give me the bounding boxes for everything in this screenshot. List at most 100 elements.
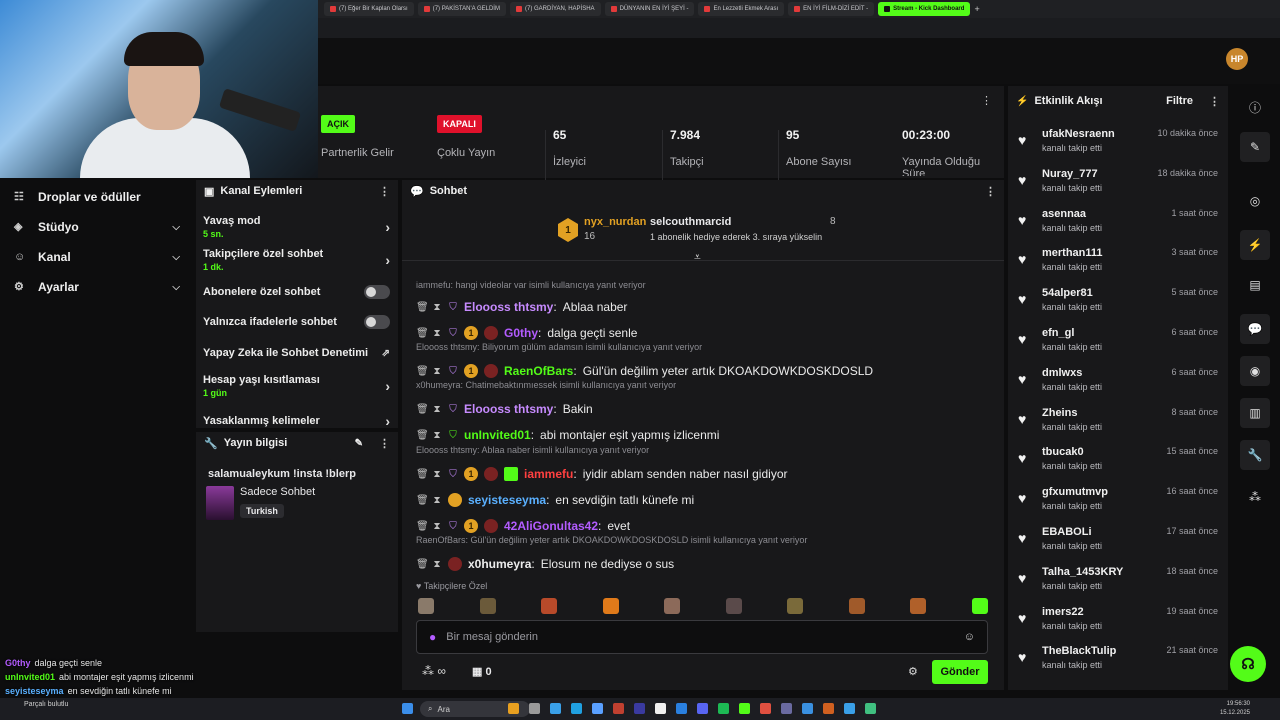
- target-icon[interactable]: ◎: [1240, 186, 1270, 216]
- timeout-icon[interactable]: ⧗: [432, 302, 442, 313]
- chat-input[interactable]: ● Bir mesaj gönderin ☺: [416, 620, 988, 654]
- edit-icon[interactable]: ✎: [355, 438, 363, 449]
- activity-item[interactable]: ♥ efn_gl kanalı takip etti 6 saat önce: [1018, 325, 1218, 359]
- toggle-switch[interactable]: [364, 315, 390, 329]
- activity-item[interactable]: ♥ merthan111 kanalı takip etti 3 saat önce: [1018, 245, 1218, 279]
- taskbar-app-icon[interactable]: [550, 703, 561, 714]
- timeout-icon[interactable]: ⧗: [432, 521, 442, 532]
- browser-tab[interactable]: (7) GARDİYAN, HAPİSHA: [509, 2, 601, 16]
- chat-message[interactable]: 🗑 ⧗ ⛉ 1 RaenOfBars: Gül'ün değilim yeter artı…: [416, 364, 873, 378]
- help-headset-icon[interactable]: ☊: [1230, 646, 1266, 682]
- layout-icon[interactable]: ▥: [1240, 398, 1270, 428]
- chat-username[interactable]: RaenOfBars: [504, 364, 573, 378]
- activity-item[interactable]: ♥ Zheins kanalı takip etti 8 saat önce: [1018, 405, 1218, 439]
- emote-icon[interactable]: [787, 598, 804, 614]
- activity-item[interactable]: ♥ EBABOLi kanalı takip etti 17 saat önce: [1018, 524, 1218, 558]
- chat-message[interactable]: 🗑 ⧗ seyisteseyma: en sevdiğin tatlı künefe …: [416, 493, 694, 507]
- stream-category[interactable]: Sadece Sohbet Turkish: [196, 480, 398, 526]
- chat-username[interactable]: G0thy: [504, 326, 538, 340]
- taskbar-app-icon[interactable]: [823, 703, 834, 714]
- activity-user[interactable]: imers22: [1042, 606, 1084, 618]
- activity-user[interactable]: merthan111: [1042, 247, 1103, 259]
- taskbar-app-icon[interactable]: [718, 703, 729, 714]
- chat-message[interactable]: 🗑 ⧗ ⛉ Eloooss thtsmy: Bakin: [416, 402, 593, 416]
- trash-icon[interactable]: 🗑: [416, 430, 429, 441]
- chat-username[interactable]: unInvited01: [464, 428, 531, 442]
- trash-icon[interactable]: 🗑: [416, 495, 429, 506]
- channel-actions-more-icon[interactable]: ⋮: [379, 185, 390, 198]
- timeout-icon[interactable]: ⧗: [432, 469, 442, 480]
- activity-user[interactable]: EBABOLi: [1042, 526, 1092, 538]
- activity-user[interactable]: ufakNesraenn: [1042, 128, 1115, 140]
- new-tab-button[interactable]: +: [974, 4, 979, 14]
- emote-icon[interactable]: [418, 598, 434, 614]
- timeout-icon[interactable]: ⧗: [432, 366, 442, 377]
- activity-item[interactable]: ♥ 54alper81 kanalı takip etti 5 saat önce: [1018, 285, 1218, 319]
- channel-action-row[interactable]: Yasaklanmış kelimeler ›: [196, 413, 398, 429]
- taskbar-app-icon[interactable]: [739, 703, 750, 714]
- browser-tab[interactable]: EN İYİ FİLM-DİZİ EDİT -: [788, 2, 875, 16]
- taskbar-app-icon[interactable]: [676, 703, 687, 714]
- broadcast-icon[interactable]: ◉: [1240, 356, 1270, 386]
- taskbar-app-icon[interactable]: [844, 703, 855, 714]
- taskbar-app-icon[interactable]: [613, 703, 624, 714]
- gift-leaderboard[interactable]: 1 nyx_nurdan 16 selcouthmarcid 8 1 abone…: [558, 214, 858, 248]
- emote-icon[interactable]: [910, 598, 927, 614]
- stat-partner[interactable]: AÇIK Partnerlik Gelir: [321, 114, 437, 174]
- trash-icon[interactable]: 🗑: [416, 366, 429, 377]
- nav-item-2[interactable]: ☺ Kanal ⌵: [0, 242, 196, 272]
- activity-item[interactable]: ♥ gfxumutmvp kanalı takip etti 16 saat önce: [1018, 484, 1218, 518]
- stat-multistream[interactable]: KAPALI Çoklu Yayın: [437, 114, 553, 174]
- bolt-icon[interactable]: ⚡: [1240, 230, 1270, 260]
- trash-icon[interactable]: 🗑: [416, 328, 429, 339]
- browser-tab[interactable]: En Lezzetli Ekmek Arası: [698, 2, 785, 16]
- chat-username[interactable]: seyisteseyma: [468, 493, 546, 507]
- chat-message[interactable]: 🗑 ⧗ ⛉ 1 42AliGonultas42: evet: [416, 519, 630, 533]
- browser-tab[interactable]: Stream - Kick Dashboard: [878, 2, 971, 16]
- mic-icon[interactable]: ●: [429, 630, 436, 644]
- channel-points-icon[interactable]: ⁂ ∞: [422, 664, 446, 678]
- activity-item[interactable]: ♥ imers22 kanalı takip etti 19 saat önce: [1018, 604, 1218, 638]
- taskbar-app-icon[interactable]: [634, 703, 645, 714]
- chat-username[interactable]: x0humeyra: [468, 557, 531, 571]
- emote-icon[interactable]: [602, 598, 619, 614]
- taskbar-app-icon[interactable]: [781, 703, 792, 714]
- emote-icon[interactable]: [971, 598, 988, 614]
- chat-message[interactable]: 🗑 ⧗ x0humeyra: Elosum ne dediyse o sus: [416, 557, 674, 571]
- activity-filter-button[interactable]: Filtre: [1166, 95, 1193, 107]
- emoji-icon[interactable]: ☺: [964, 631, 975, 643]
- timeout-icon[interactable]: ⧗: [432, 430, 442, 441]
- send-button[interactable]: Gönder: [932, 660, 988, 684]
- activity-user[interactable]: 54alper81: [1042, 287, 1093, 299]
- emote-icon[interactable]: [479, 598, 496, 614]
- emote-icon[interactable]: [541, 598, 558, 614]
- activity-user[interactable]: tbucak0: [1042, 446, 1084, 458]
- chat-username[interactable]: Eloooss thtsmy: [464, 402, 553, 416]
- chat-settings-icon[interactable]: ⚙: [908, 665, 918, 678]
- chat-username[interactable]: Eloooss thtsmy: [464, 300, 553, 314]
- pencil-icon[interactable]: ✎: [1240, 132, 1270, 162]
- activity-user[interactable]: TheBlackTulip: [1042, 645, 1116, 657]
- emote-icon[interactable]: [725, 598, 742, 614]
- channel-action-row[interactable]: Abonelere özel sohbet: [196, 285, 398, 299]
- chat-message[interactable]: 🗑 ⧗ ⛉ 1 iammefu: iyidir ablam senden naber na…: [416, 467, 787, 481]
- activity-user[interactable]: efn_gl: [1042, 327, 1074, 339]
- start-icon[interactable]: [402, 703, 413, 714]
- clock[interactable]: 19:56:30 15.12.2025: [1220, 700, 1250, 718]
- activity-item[interactable]: ♥ TheBlackTulip kanalı takip etti 21 saat ö…: [1018, 643, 1218, 677]
- browser-tab[interactable]: (7) Eğer Bir Kaplan Olarsı: [324, 2, 414, 16]
- document-icon[interactable]: ▤: [1240, 270, 1270, 300]
- taskbar-app-icon[interactable]: [592, 703, 603, 714]
- timeout-icon[interactable]: ⧗: [432, 559, 442, 570]
- channel-action-row[interactable]: Yalnızca ifadelerle sohbet: [196, 315, 398, 329]
- activity-user[interactable]: Talha_1453KRY: [1042, 566, 1123, 578]
- browser-tab[interactable]: DÜNYANIN EN İYİ ŞEYİ -: [604, 2, 695, 16]
- scroll-down-icon[interactable]: ⩡: [694, 250, 701, 265]
- activity-item[interactable]: ♥ Nuray_777 kanalı takip etti 18 dakika önc…: [1018, 166, 1218, 200]
- activity-user[interactable]: Zheins: [1042, 407, 1077, 419]
- stats-more-icon[interactable]: ⋮: [981, 94, 992, 107]
- channel-action-row[interactable]: Yavaş mod 5 sn. ›: [196, 215, 398, 239]
- chat-icon[interactable]: 💬: [1240, 314, 1270, 344]
- trash-icon[interactable]: 🗑: [416, 302, 429, 313]
- browser-tab[interactable]: (7) PAKİSTAN'A GELDİM: [417, 2, 506, 16]
